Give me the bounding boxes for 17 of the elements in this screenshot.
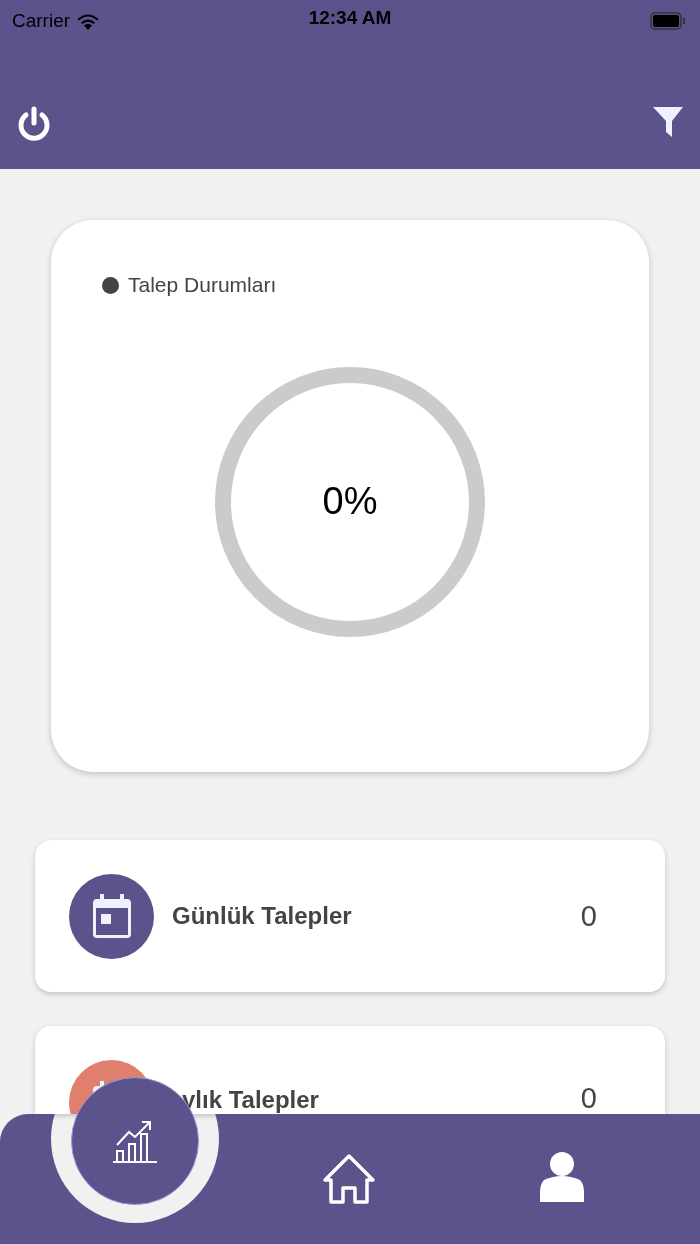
power-icon[interactable]: [16, 106, 52, 144]
user-tab[interactable]: [540, 1152, 584, 1202]
carrier-label: Carrier: [12, 10, 71, 32]
battery-icon: [650, 12, 686, 30]
legend-dot: [102, 276, 119, 294]
chart-title: Talep Durumları: [128, 273, 277, 297]
summary-card[interactable]: Günlük Talepler 0: [35, 840, 665, 992]
filter-icon[interactable]: [652, 106, 684, 138]
home-tab[interactable]: [322, 1152, 376, 1206]
card-count: 0: [580, 1082, 597, 1114]
home-icon: [322, 1152, 376, 1206]
wifi-icon: [76, 12, 101, 30]
percent-label: 0%: [322, 480, 378, 523]
clock-time: 12:34 AM: [307, 7, 393, 29]
user-icon: [540, 1152, 584, 1202]
card-label: Günlük Talepler: [172, 902, 353, 930]
card-count: 0: [580, 899, 597, 933]
